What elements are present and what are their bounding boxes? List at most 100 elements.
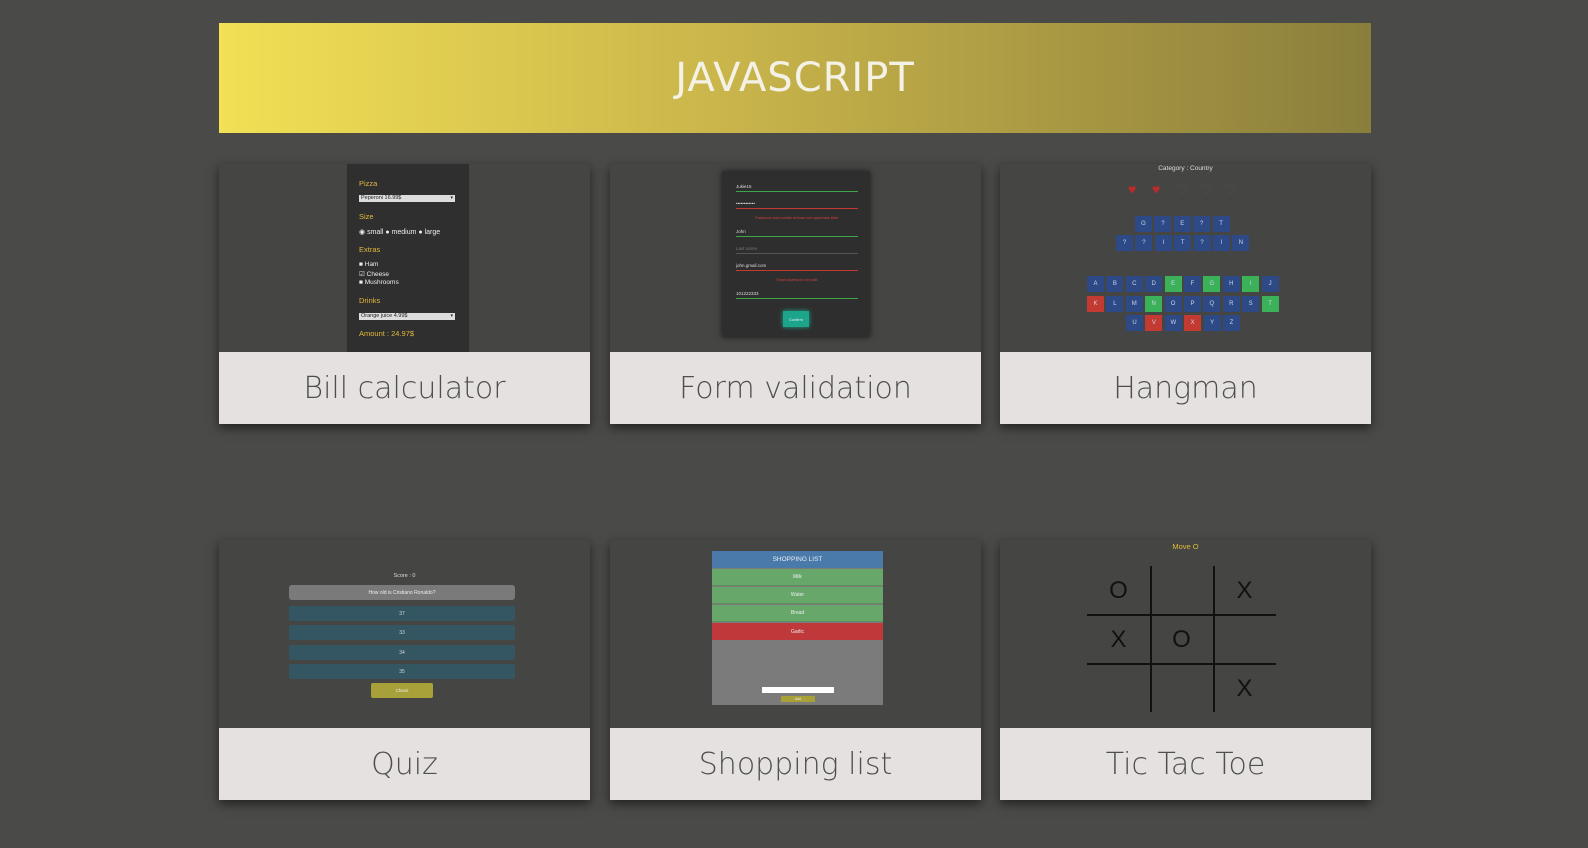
card-title: Quiz bbox=[219, 728, 590, 800]
heart-icon: ♥ bbox=[1152, 181, 1161, 197]
keyboard-key: W bbox=[1164, 315, 1182, 331]
amount-text: Amount : 24.97$ bbox=[359, 329, 415, 338]
ttt-cell: O bbox=[1109, 576, 1128, 604]
shopping-list-header: SHOPPING LIST bbox=[712, 551, 883, 568]
radio-icon: ● bbox=[385, 229, 390, 236]
phone-field: 101222333 bbox=[736, 291, 858, 299]
extra-item: ■ Ham bbox=[359, 261, 378, 268]
ttt-cell: X bbox=[1236, 576, 1253, 604]
keyboard-key: T bbox=[1261, 296, 1279, 312]
keyboard-key: C bbox=[1125, 276, 1143, 292]
size-option: medium bbox=[391, 229, 417, 236]
keyboard-key: H bbox=[1222, 276, 1240, 292]
keyboard-key: J bbox=[1261, 276, 1279, 292]
keyboard-key: A bbox=[1087, 276, 1104, 292]
keyboard-key: G bbox=[1203, 276, 1221, 292]
ttt-status: Move O bbox=[1172, 542, 1199, 551]
shopping-item: Milk bbox=[712, 569, 883, 586]
project-card-bill-calculator[interactable]: Pizza Peperoni 16.99$ Size ◉ small ● med… bbox=[219, 164, 590, 424]
project-card-quiz[interactable]: Score : 0 How old is Cristiano Ronaldo? … bbox=[219, 540, 590, 800]
size-option: large bbox=[424, 229, 441, 236]
page-banner: JAVASCRIPT bbox=[219, 23, 1371, 133]
size-options: ◉ small ● medium ● large bbox=[359, 228, 440, 236]
email-field: john.gmail.com bbox=[736, 263, 858, 271]
checkbox-checked-icon: ☑ bbox=[359, 271, 365, 278]
quiz-answer: 35 bbox=[289, 664, 515, 679]
keyboard-key: Z bbox=[1223, 315, 1240, 331]
quiz-answer: 34 bbox=[289, 645, 515, 660]
heart-icon: ♡ bbox=[1200, 181, 1213, 197]
size-option: small bbox=[367, 229, 384, 236]
word-letter: ? bbox=[1116, 235, 1133, 251]
project-thumbnail: Category : Country ♥ ♥ ♡ ♡ ♡ G? E? T?? I T? I N A B C D… bbox=[1000, 164, 1371, 352]
card-title: Tic Tac Toe bbox=[1000, 728, 1371, 800]
quiz-answer: 33 bbox=[289, 625, 515, 640]
username-field: Jukie15 bbox=[736, 184, 858, 192]
checkbox-icon: ■ bbox=[359, 279, 363, 286]
project-card-hangman[interactable]: Category : Country ♥ ♥ ♡ ♡ ♡ G? E? T?? I T? I N A B C D… bbox=[1000, 164, 1371, 424]
last-name-field: Last name bbox=[736, 246, 858, 254]
first-name-field: John bbox=[736, 229, 858, 237]
card-title: Bill calculator bbox=[219, 352, 590, 424]
keyboard-key: N bbox=[1145, 296, 1163, 312]
keyboard-key: R bbox=[1222, 296, 1240, 312]
shopping-item: Water bbox=[712, 587, 883, 604]
keyboard-key: Q bbox=[1203, 296, 1221, 312]
heart-icon: ♡ bbox=[1176, 181, 1189, 197]
drinks-select: Orange juice 4.99$ bbox=[359, 313, 455, 320]
word-letter: E bbox=[1173, 216, 1191, 232]
form-validation-preview: Jukie15 •••••••••••• Password must conta… bbox=[722, 171, 870, 337]
project-thumbnail: SHOPPING LIST Milk Water Bread Garlic Ad… bbox=[610, 540, 981, 728]
extra-item: ■ Mushrooms bbox=[359, 279, 399, 286]
quiz-score: Score : 0 bbox=[393, 573, 416, 579]
shopping-add-button: Add bbox=[781, 696, 815, 702]
card-title: Form validation bbox=[610, 352, 981, 424]
project-thumbnail: Jukie15 •••••••••••• Password must conta… bbox=[610, 164, 981, 352]
word-letter: T bbox=[1174, 235, 1192, 251]
word-letter: T bbox=[1212, 216, 1230, 232]
keyboard-key: B bbox=[1106, 276, 1124, 292]
extra-label: Mushrooms bbox=[364, 279, 399, 286]
pizza-label: Pizza bbox=[359, 179, 378, 188]
drinks-label: Drinks bbox=[359, 296, 381, 305]
project-card-tic-tac-toe[interactable]: Move O OXXOX Tic Tac Toe bbox=[1000, 540, 1371, 800]
keyboard-key: I bbox=[1242, 276, 1260, 292]
project-card-form-validation[interactable]: Jukie15 •••••••••••• Password must conta… bbox=[610, 164, 981, 424]
checkbox-icon: ■ bbox=[359, 261, 363, 268]
pizza-select: Peperoni 16.99$ bbox=[359, 195, 455, 202]
word-letter: G bbox=[1135, 216, 1152, 232]
word-letter: ? bbox=[1135, 235, 1153, 251]
email-error: Email address is not valid bbox=[776, 278, 818, 282]
confirm-button: Confirm bbox=[783, 311, 809, 327]
ttt-cell bbox=[1087, 664, 1150, 713]
keyboard-key: P bbox=[1184, 296, 1201, 312]
project-card-shopping-list[interactable]: SHOPPING LIST Milk Water Bread Garlic Ad… bbox=[610, 540, 981, 800]
password-field: •••••••••••• bbox=[736, 201, 858, 209]
word-letter: N bbox=[1232, 235, 1250, 251]
word-letter: ? bbox=[1154, 216, 1172, 232]
extra-label: Cheese bbox=[366, 271, 390, 278]
keyboard-key: Y bbox=[1203, 315, 1221, 331]
page-title: JAVASCRIPT bbox=[675, 55, 915, 101]
password-error: Password must contain at least one upper… bbox=[755, 216, 839, 220]
ttt-cell: O bbox=[1172, 625, 1191, 653]
bill-calculator-preview: Pizza Peperoni 16.99$ Size ◉ small ● med… bbox=[347, 164, 469, 352]
ttt-cell bbox=[1213, 615, 1276, 664]
size-label: Size bbox=[359, 212, 374, 221]
keyboard-key: K bbox=[1087, 296, 1104, 312]
project-thumbnail: Move O OXXOX bbox=[1000, 540, 1371, 728]
keyboard-key: L bbox=[1106, 296, 1124, 312]
keyboard-key: U bbox=[1126, 315, 1143, 331]
keyboard-key: S bbox=[1242, 296, 1260, 312]
word-letter: ? bbox=[1193, 216, 1211, 232]
shopping-item: Bread bbox=[712, 605, 883, 622]
word-letter: I bbox=[1154, 235, 1172, 251]
shopping-list-preview: SHOPPING LIST Milk Water Bread Garlic Ad… bbox=[712, 551, 883, 705]
quiz-check-button: Check bbox=[371, 683, 433, 698]
shopping-input bbox=[762, 687, 834, 693]
extras-label: Extras bbox=[359, 245, 381, 254]
quiz-answer: 37 bbox=[289, 606, 515, 621]
keyboard-key: E bbox=[1164, 276, 1182, 292]
ttt-cell bbox=[1150, 664, 1213, 713]
keyboard-key: V bbox=[1145, 315, 1163, 331]
